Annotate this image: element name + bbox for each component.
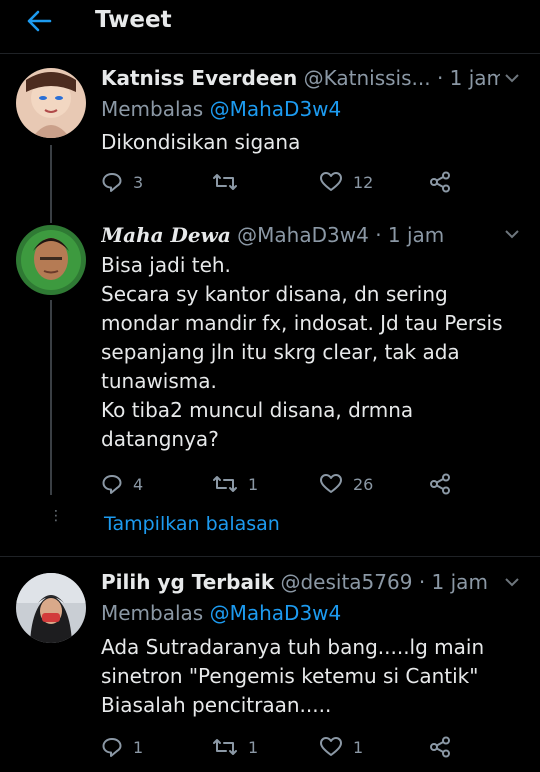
chevron-down-icon: [505, 230, 519, 239]
share-button[interactable]: [429, 167, 451, 197]
like-count: 12: [353, 172, 374, 192]
replying-to: Membalas @MahaD3w4: [101, 598, 341, 628]
share-icon: [430, 736, 450, 758]
mention-link[interactable]: @MahaD3w4: [210, 97, 342, 121]
text-line: Biasalah pencitraan.....: [101, 693, 332, 717]
user-handle[interactable]: @Katnissis...: [304, 66, 431, 90]
replying-prefix: Membalas: [101, 601, 204, 625]
retweet-icon: [213, 476, 237, 492]
tweet-header: Pilih yg Terbaik @desita5769 · 1 jam: [101, 567, 500, 597]
replying-to: Membalas @MahaD3w4: [101, 94, 341, 124]
text-line: Bisa jadi teh.: [101, 253, 231, 277]
chevron-down-icon: [505, 74, 519, 83]
avatar[interactable]: [16, 68, 86, 138]
tweet-menu-button[interactable]: [500, 66, 524, 90]
heart-icon: [320, 172, 342, 191]
thread-connector: [50, 145, 52, 223]
like-button[interactable]: 1: [319, 732, 363, 762]
tweet-text: Ada Sutradaranya tuh bang.....lg main si…: [101, 633, 521, 720]
retweet-button[interactable]: 1: [212, 469, 258, 499]
text-line: mondar mandir fx, indosat. Jd tau Persis: [101, 311, 503, 335]
share-button[interactable]: [429, 732, 451, 762]
text-line: datangnya?: [101, 427, 219, 451]
tweet-actions: 3 12: [101, 167, 461, 197]
top-bar: Tweet: [0, 0, 540, 54]
share-icon: [430, 171, 450, 193]
replying-prefix: Membalas: [101, 97, 204, 121]
display-name[interactable]: Maha Dewa: [101, 223, 231, 247]
reply-icon: [102, 738, 122, 757]
retweet-icon: [213, 174, 237, 190]
reply-icon: [102, 475, 122, 494]
retweet-button[interactable]: [212, 167, 248, 197]
text-line: Dikondisikan sigana: [101, 130, 301, 154]
timestamp[interactable]: 1 jam: [388, 223, 444, 247]
text-line: sinetron "Pengemis ketemu si Cantik": [101, 664, 479, 688]
reply-button[interactable]: 4: [101, 469, 143, 499]
timestamp[interactable]: 1 jam: [432, 570, 488, 594]
reply-button[interactable]: 3: [101, 167, 143, 197]
reply-icon: [102, 173, 122, 192]
avatar[interactable]: [16, 225, 86, 295]
like-count: 1: [353, 737, 364, 757]
display-name[interactable]: Pilih yg Terbaik: [101, 570, 274, 594]
text-line: Ada Sutradaranya tuh bang.....lg main: [101, 635, 485, 659]
user-handle[interactable]: @MahaD3w4: [237, 223, 369, 247]
tweet-header: Maha Dewa @MahaD3w4 · 1 jam: [101, 220, 500, 250]
text-line: Secara sy kantor disana, dn sering: [101, 282, 448, 306]
back-button[interactable]: [22, 6, 56, 36]
like-button[interactable]: 26: [319, 469, 373, 499]
show-replies-link[interactable]: Tampilkan balasan: [104, 513, 280, 535]
chevron-down-icon: [505, 578, 519, 587]
tweet-header: Katniss Everdeen @Katnissis... · 1 jam: [101, 63, 500, 93]
reply-count: 4: [133, 474, 144, 494]
thread-more-dots: ⋮: [49, 508, 63, 524]
reply-button[interactable]: 1: [101, 732, 143, 762]
retweet-icon: [213, 739, 237, 755]
text-line: tunawisma.: [101, 369, 217, 393]
retweet-count: 1: [248, 474, 259, 494]
retweet-count: 1: [248, 737, 259, 757]
share-icon: [430, 473, 450, 495]
text-line: sepanjang jln itu skrg clear, tak ada: [101, 340, 460, 364]
retweet-button[interactable]: 1: [212, 732, 258, 762]
reply-count: 1: [133, 737, 144, 757]
like-count: 26: [353, 474, 374, 494]
thread-connector: [50, 300, 52, 495]
like-button[interactable]: 12: [319, 167, 373, 197]
share-button[interactable]: [429, 469, 451, 499]
heart-icon: [320, 737, 342, 756]
arrow-left-icon: [27, 10, 52, 32]
page-title: Tweet: [95, 7, 172, 33]
separator: ·: [436, 66, 444, 90]
text-line: Ko tiba2 muncul disana, drmna: [101, 398, 414, 422]
mention-link[interactable]: @MahaD3w4: [210, 601, 342, 625]
heart-icon: [320, 474, 342, 493]
tweet-actions: 1 1 1: [101, 732, 461, 762]
user-handle[interactable]: @desita5769: [280, 570, 412, 594]
reply-count: 3: [133, 172, 144, 192]
tweet-actions: 4 1 26: [101, 469, 461, 499]
tweet-text: Dikondisikan sigana: [101, 128, 521, 157]
divider: [0, 556, 540, 557]
separator: ·: [418, 570, 426, 594]
display-name[interactable]: Katniss Everdeen: [101, 66, 297, 90]
tweet-text: Bisa jadi teh. Secara sy kantor disana, …: [101, 251, 521, 454]
timestamp[interactable]: 1 jam: [450, 66, 500, 90]
tweet-menu-button[interactable]: [500, 222, 524, 246]
separator: ·: [375, 223, 382, 247]
avatar[interactable]: [16, 573, 86, 643]
tweet-menu-button[interactable]: [500, 570, 524, 594]
